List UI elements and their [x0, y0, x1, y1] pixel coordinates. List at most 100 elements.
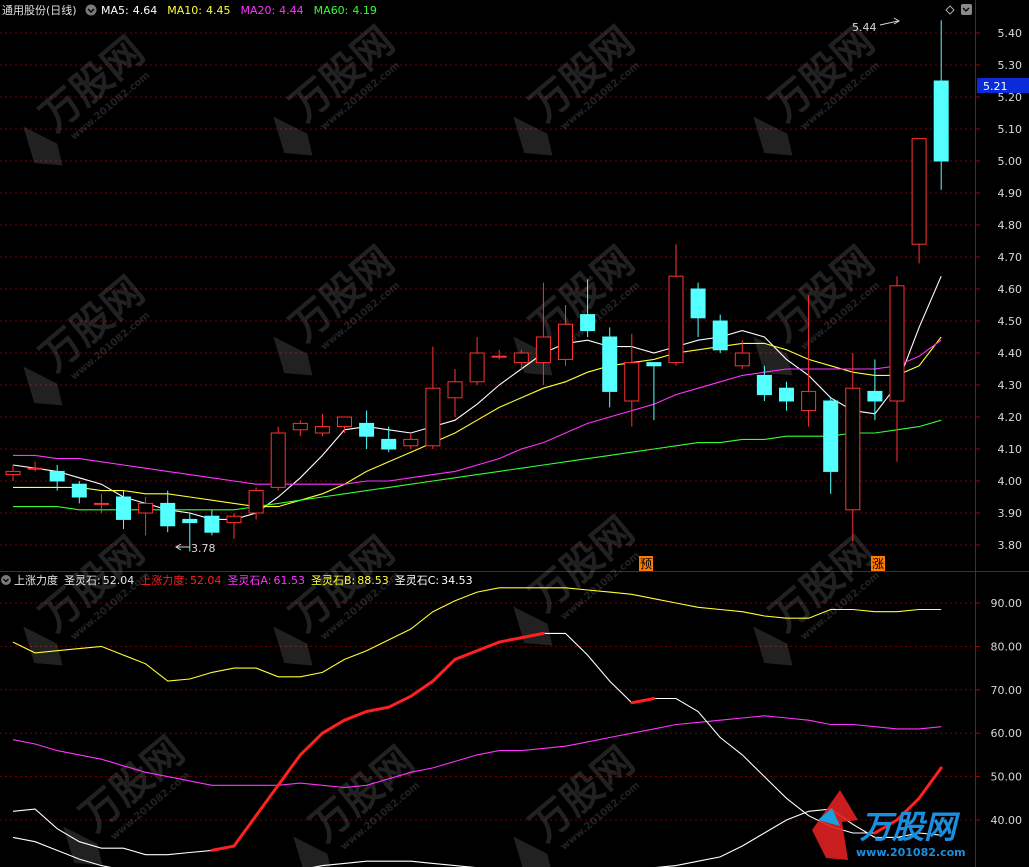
watermark-mark: 万股网www.201082.com — [273, 238, 403, 376]
ma10-value: 4.45 — [206, 4, 231, 17]
candle — [845, 353, 861, 542]
rise-strength-label: 上涨力度: — [140, 573, 188, 587]
rise-strength-segment — [387, 694, 413, 709]
candle-body-down — [182, 518, 198, 524]
stock-title[interactable]: 通用股份(日线) — [2, 3, 77, 17]
indicator-main-label: 圣灵石: — [64, 574, 101, 587]
svg-text:上涨力度圣灵石:52.04上涨力度:52.04圣灵石A:61: 上涨力度 圣灵石: 52.04 上涨力度: 52.04 圣灵石A: 61.53 圣灵石B: 88… — [14, 573, 473, 587]
rise-strength-segment — [630, 696, 656, 705]
logo-brand-text: 万股网 — [859, 808, 961, 846]
candle — [469, 337, 485, 385]
ma20-label: MA20: — [240, 4, 275, 17]
price-tick-label: 4.40 — [998, 347, 1023, 360]
candle-body-down — [359, 422, 375, 437]
candle — [116, 490, 131, 529]
high-price-label: 5.44 — [852, 21, 877, 34]
candle — [403, 433, 419, 449]
candle-body-up — [734, 352, 750, 367]
stone-c-value: 34.53 — [441, 574, 473, 587]
candle-body-down — [71, 483, 87, 498]
candle — [160, 490, 176, 533]
candle — [911, 138, 927, 264]
candle — [337, 416, 352, 433]
candle-body-up — [292, 422, 308, 431]
rise-strength-segment — [497, 636, 523, 644]
ma60-label: MA60: — [314, 4, 349, 17]
candle — [49, 465, 65, 491]
ma10-label: MA10: — [167, 4, 202, 17]
price-tick-label: 4.80 — [998, 219, 1023, 232]
price-tick-label: 5.10 — [998, 123, 1023, 136]
stock-chart[interactable]: 万股网www.201082.com 万股网www.201082.com 万股网www… — [0, 0, 1029, 867]
ma5-value: 4.64 — [133, 4, 158, 17]
candle — [27, 461, 43, 472]
watermark-mark: 万股网www.201082.com — [513, 738, 643, 867]
svg-text:MA5:4.64MA10:4.45MA20:4.44MA60: MA5: 4.64 MA10: 4.45 MA20: 4.44 MA60: 4.19 — [101, 4, 377, 17]
candle-body-down — [381, 438, 397, 450]
candle-body-up — [911, 138, 927, 245]
candle-body-up — [447, 381, 463, 399]
candle — [226, 513, 242, 539]
watermark-mark: 万股网www.201082.com — [273, 18, 403, 156]
candle-body-up — [889, 285, 905, 402]
indicator-legend: 上涨力度 圣灵石: 52.04 上涨力度: 52.04 圣灵石A: 61.53 圣灵石B: 88… — [1, 573, 473, 587]
candle-body-up — [535, 336, 551, 364]
price-tick-label: 4.10 — [998, 443, 1023, 456]
forecast-badge-label: 预 — [640, 557, 652, 571]
candle-body-up — [226, 515, 242, 524]
stone-a-label: 圣灵石A: — [227, 574, 271, 587]
main-legend: 通用股份(日线) MA5: 4.64 MA10: 4.45 MA20: 4.44 MA60:… — [2, 3, 972, 17]
candle-body-down — [867, 390, 883, 402]
legend-toggle-icon[interactable] — [85, 4, 97, 16]
indicator-tick-label: 40.00 — [991, 814, 1023, 827]
indicator-tick-label: 70.00 — [991, 684, 1023, 697]
candle-body-down — [823, 400, 839, 472]
indicator-name: 上涨力度 — [14, 573, 58, 587]
candle-body-up — [845, 387, 861, 511]
candle-body-down — [690, 288, 706, 319]
price-tick-label: 4.70 — [998, 251, 1023, 264]
indicator-tick-label: 60.00 — [991, 727, 1023, 740]
candle — [646, 362, 662, 421]
candle-body-down — [779, 387, 794, 402]
candle — [138, 497, 154, 536]
candle-body-up — [138, 502, 154, 514]
logo-url-text: www.201082.com — [856, 846, 966, 859]
candle — [690, 282, 706, 337]
window-button-icon[interactable] — [961, 4, 972, 15]
candle-body-down — [580, 314, 596, 332]
indicator-toggle-icon[interactable] — [1, 575, 11, 585]
watermark-mark: 万股网www.201082.com — [23, 268, 153, 406]
candle-body-down — [49, 470, 65, 482]
candle — [270, 426, 286, 491]
rise-strength-segment — [431, 657, 457, 683]
candle-body-up — [801, 390, 817, 412]
rise-strength-segment — [210, 844, 236, 852]
ma5-label: MA5: — [101, 4, 129, 17]
candle-body-up — [5, 470, 21, 476]
candle-body-down — [116, 496, 131, 520]
watermark-mark: 万股网www.201082.com — [63, 728, 193, 866]
candle — [359, 410, 375, 449]
candle-body-up — [27, 467, 43, 470]
candle — [292, 420, 308, 437]
candle — [712, 314, 728, 353]
watermark-mark: 万股网www.201082.com — [753, 238, 883, 376]
ma20-value: 4.44 — [279, 4, 304, 17]
candle-body-up — [403, 438, 419, 447]
price-tick-label: 4.30 — [998, 379, 1023, 392]
candle — [889, 276, 905, 462]
rise-strength-segment — [254, 783, 280, 818]
candle-body-up — [491, 355, 507, 358]
indicator-line — [12, 808, 942, 867]
rise-strength-segment — [409, 679, 435, 698]
price-tick-label: 3.80 — [998, 539, 1023, 552]
candle — [823, 397, 839, 494]
candle-body-down — [160, 502, 176, 527]
diamond-icon[interactable] — [945, 5, 955, 15]
candle-body-down — [756, 374, 772, 396]
rise-strength-segment — [276, 753, 302, 787]
candle — [5, 465, 21, 481]
candle-body-up — [624, 362, 640, 402]
candle — [204, 509, 220, 536]
